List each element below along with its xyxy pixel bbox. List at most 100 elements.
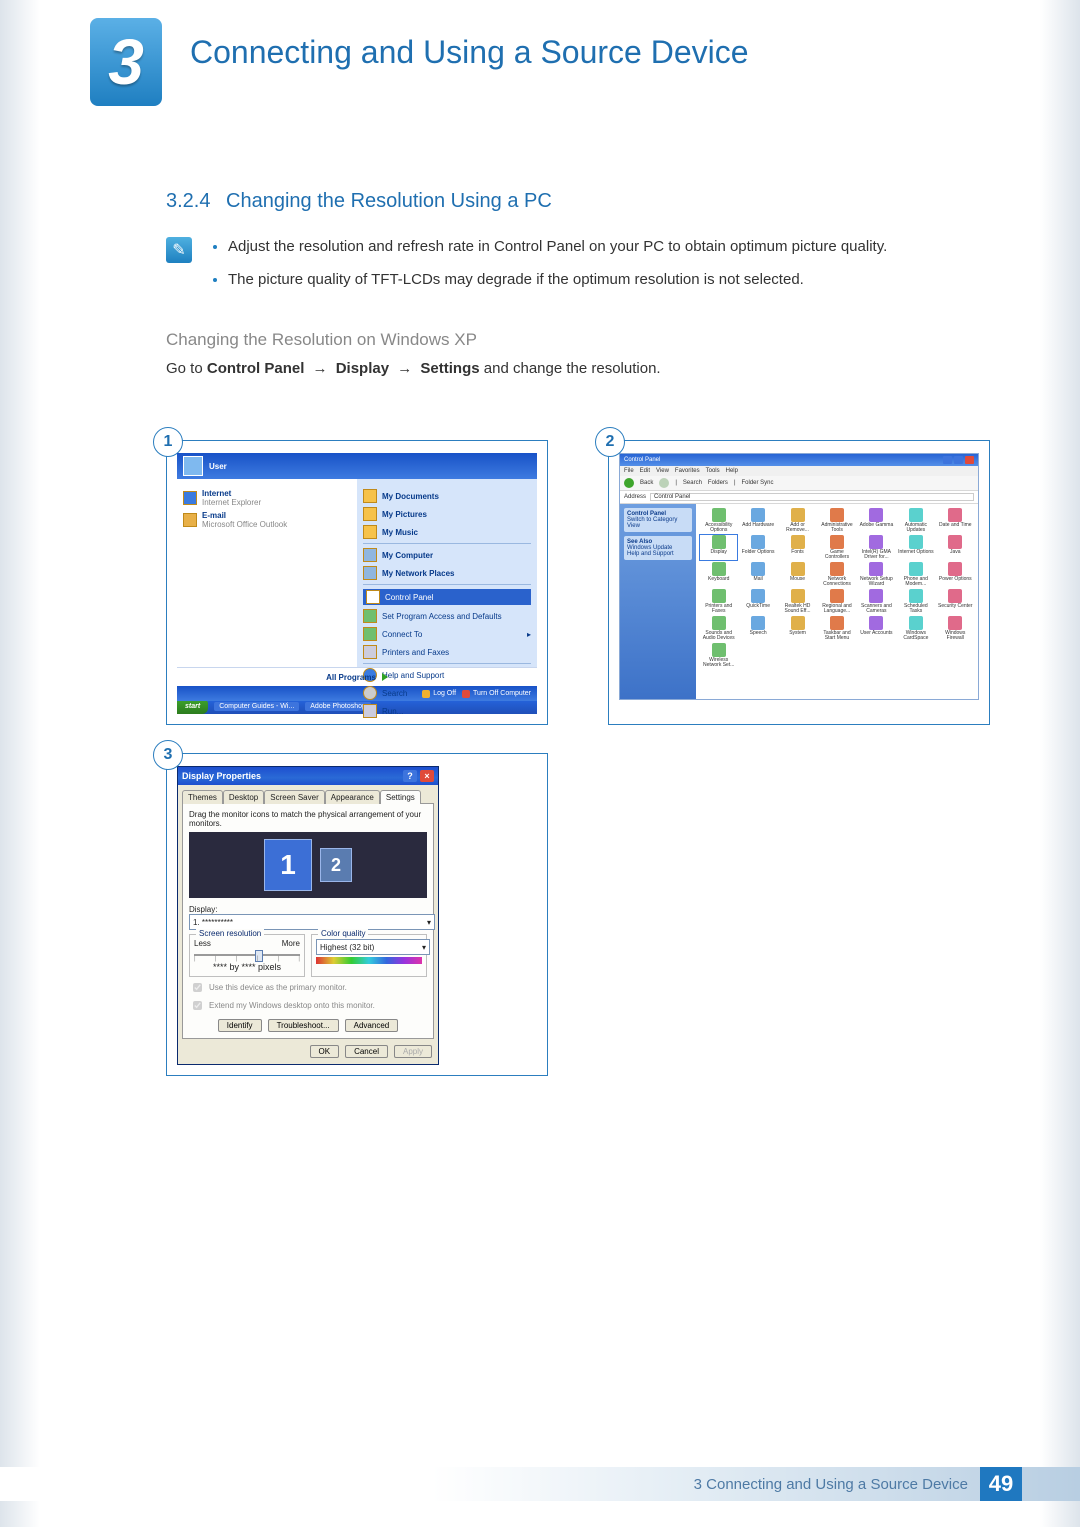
controlpanel-item[interactable]: Internet Options (897, 535, 934, 560)
menu-help[interactable]: Help (726, 468, 738, 474)
taskbar-task[interactable]: Adobe Photoshop (305, 702, 371, 711)
controlpanel-item[interactable]: Power Options (937, 562, 974, 587)
forward-icon[interactable] (659, 478, 669, 488)
troubleshoot-button[interactable]: Troubleshoot... (268, 1019, 339, 1032)
controlpanel-item[interactable]: Windows CardSpace (897, 616, 934, 641)
ok-button[interactable]: OK (310, 1045, 340, 1058)
monitor-arrange-area[interactable]: 1 2 (189, 832, 427, 898)
back-icon[interactable] (624, 478, 634, 488)
menu-favorites[interactable]: Favorites (675, 468, 700, 474)
controlpanel-item[interactable]: Keyboard (700, 562, 737, 587)
section-heading: 3.2.4 Changing the Resolution Using a PC (166, 190, 990, 213)
callout-badge: 2 (595, 427, 625, 457)
controlpanel-item[interactable]: Scanners and Cameras (858, 589, 895, 614)
controlpanel-item[interactable]: Taskbar and Start Menu (818, 616, 855, 641)
controlpanel-item[interactable]: Printers and Faxes (700, 589, 737, 614)
controlpanel-item[interactable]: Phone and Modem... (897, 562, 934, 587)
controlpanel-item[interactable]: Mouse (779, 562, 816, 587)
color-preview-bar (316, 957, 422, 964)
start-turnoff[interactable]: Turn Off Computer (462, 690, 531, 698)
tab-appearance[interactable]: Appearance (325, 790, 380, 804)
controlpanel-item[interactable]: System (779, 616, 816, 641)
tab-themes[interactable]: Themes (182, 790, 223, 804)
controlpanel-item[interactable]: Java (937, 535, 974, 560)
start-item-email[interactable]: E-mailMicrosoft Office Outlook (183, 511, 351, 529)
controlpanel-item[interactable]: Add or Remove... (779, 508, 816, 533)
controlpanel-item[interactable]: Adobe Gamma (858, 508, 895, 533)
resolution-slider[interactable]: |||||| (194, 950, 300, 960)
menubar: File Edit View Favorites Tools Help (620, 466, 978, 476)
menu-view[interactable]: View (656, 468, 669, 474)
screenshot-2-control-panel: 2 Control Panel File Edit View Favorites… (608, 440, 990, 725)
menu-edit[interactable]: Edit (640, 468, 650, 474)
controlpanel-item[interactable]: Speech (739, 616, 776, 641)
controlpanel-item[interactable]: Add Hardware (739, 508, 776, 533)
checkbox-primary-monitor[interactable]: Use this device as the primary monitor. (189, 980, 427, 995)
start-item-internet[interactable]: InternetInternet Explorer (183, 489, 351, 507)
controlpanel-item[interactable]: Game Controllers (818, 535, 855, 560)
controlpanel-item[interactable]: Wireless Network Set... (700, 643, 737, 668)
controlpanel-item[interactable]: Sounds and Audio Devices (700, 616, 737, 641)
toolbar-foldersync[interactable]: Folder Sync (742, 480, 774, 486)
tab-settings[interactable]: Settings (380, 790, 421, 804)
start-item-netplaces[interactable]: My Network Places (363, 566, 531, 580)
tab-strip: Themes Desktop Screen Saver Appearance S… (178, 785, 438, 803)
start-item-printers[interactable]: Printers and Faxes (363, 645, 531, 659)
controlpanel-item[interactable]: Administrative Tools (818, 508, 855, 533)
controlpanel-item[interactable]: Realtek HD Sound Eff... (779, 589, 816, 614)
start-item-help[interactable]: Help and Support (363, 668, 531, 682)
controlpanel-item[interactable]: Automatic Updates (897, 508, 934, 533)
menu-tools[interactable]: Tools (706, 468, 720, 474)
start-item-mymusic[interactable]: My Music (363, 525, 531, 539)
note-item: The picture quality of TFT-LCDs may degr… (228, 268, 887, 291)
tab-desktop[interactable]: Desktop (223, 790, 264, 804)
controlpanel-item[interactable]: Intel(R) GMA Driver for... (858, 535, 895, 560)
address-bar[interactable]: Address Control Panel (620, 491, 978, 504)
start-item-connect[interactable]: Connect To▸ (363, 627, 531, 641)
controlpanel-item[interactable]: Scheduled Tasks (897, 589, 934, 614)
help-icon[interactable]: ? (403, 770, 417, 782)
apply-button[interactable]: Apply (394, 1045, 432, 1058)
checkbox-extend-desktop[interactable]: Extend my Windows desktop onto this moni… (189, 998, 427, 1013)
controlpanel-item[interactable]: Accessibility Options (700, 508, 737, 533)
controlpanel-item[interactable]: Display (700, 535, 737, 560)
maximize-icon[interactable] (954, 456, 963, 464)
arrow-icon: → (397, 360, 412, 377)
sidebar-helpsupport[interactable]: Help and Support (627, 551, 674, 557)
sidebar-switch-view[interactable]: Switch to Category View (627, 517, 677, 529)
controlpanel-item[interactable]: Date and Time (937, 508, 974, 533)
start-item-mydocs[interactable]: My Documents (363, 489, 531, 503)
color-quality-select[interactable]: Highest (32 bit) ▾ (316, 939, 430, 955)
start-item-mypics[interactable]: My Pictures (363, 507, 531, 521)
controlpanel-item[interactable]: QuickTime (739, 589, 776, 614)
controlpanel-item[interactable]: User Accounts (858, 616, 895, 641)
monitor-2[interactable]: 2 (320, 848, 352, 882)
start-item-setaccess[interactable]: Set Program Access and Defaults (363, 609, 531, 623)
controlpanel-item[interactable]: Fonts (779, 535, 816, 560)
controlpanel-item[interactable]: Regional and Language... (818, 589, 855, 614)
controlpanel-item[interactable]: Network Setup Wizard (858, 562, 895, 587)
start-item-mycomp[interactable]: My Computer (363, 548, 531, 562)
menu-file[interactable]: File (624, 468, 634, 474)
controlpanel-item[interactable]: Folder Options (739, 535, 776, 560)
callout-badge: 3 (153, 740, 183, 770)
controlpanel-item[interactable]: Security Center (937, 589, 974, 614)
advanced-button[interactable]: Advanced (345, 1019, 399, 1032)
identify-button[interactable]: Identify (218, 1019, 262, 1032)
controlpanel-item[interactable]: Windows Firewall (937, 616, 974, 641)
close-icon[interactable] (965, 456, 974, 464)
close-icon[interactable]: × (420, 770, 434, 782)
display-select[interactable]: 1. ********** ▾ (189, 914, 435, 930)
toolbar-folders[interactable]: Folders (708, 480, 728, 486)
start-item-run[interactable]: Run... (363, 704, 531, 718)
minimize-icon[interactable] (943, 456, 952, 464)
toolbar-search[interactable]: Search (683, 480, 702, 486)
start-item-controlpanel[interactable]: Control Panel (363, 589, 531, 605)
controlpanel-item[interactable]: Mail (739, 562, 776, 587)
taskbar-task[interactable]: Computer Guides - Wi... (214, 702, 299, 711)
cancel-button[interactable]: Cancel (345, 1045, 388, 1058)
controlpanel-item[interactable]: Network Connections (818, 562, 855, 587)
tab-screensaver[interactable]: Screen Saver (264, 790, 324, 804)
monitor-1[interactable]: 1 (264, 839, 312, 891)
start-logoff[interactable]: Log Off (422, 690, 456, 698)
